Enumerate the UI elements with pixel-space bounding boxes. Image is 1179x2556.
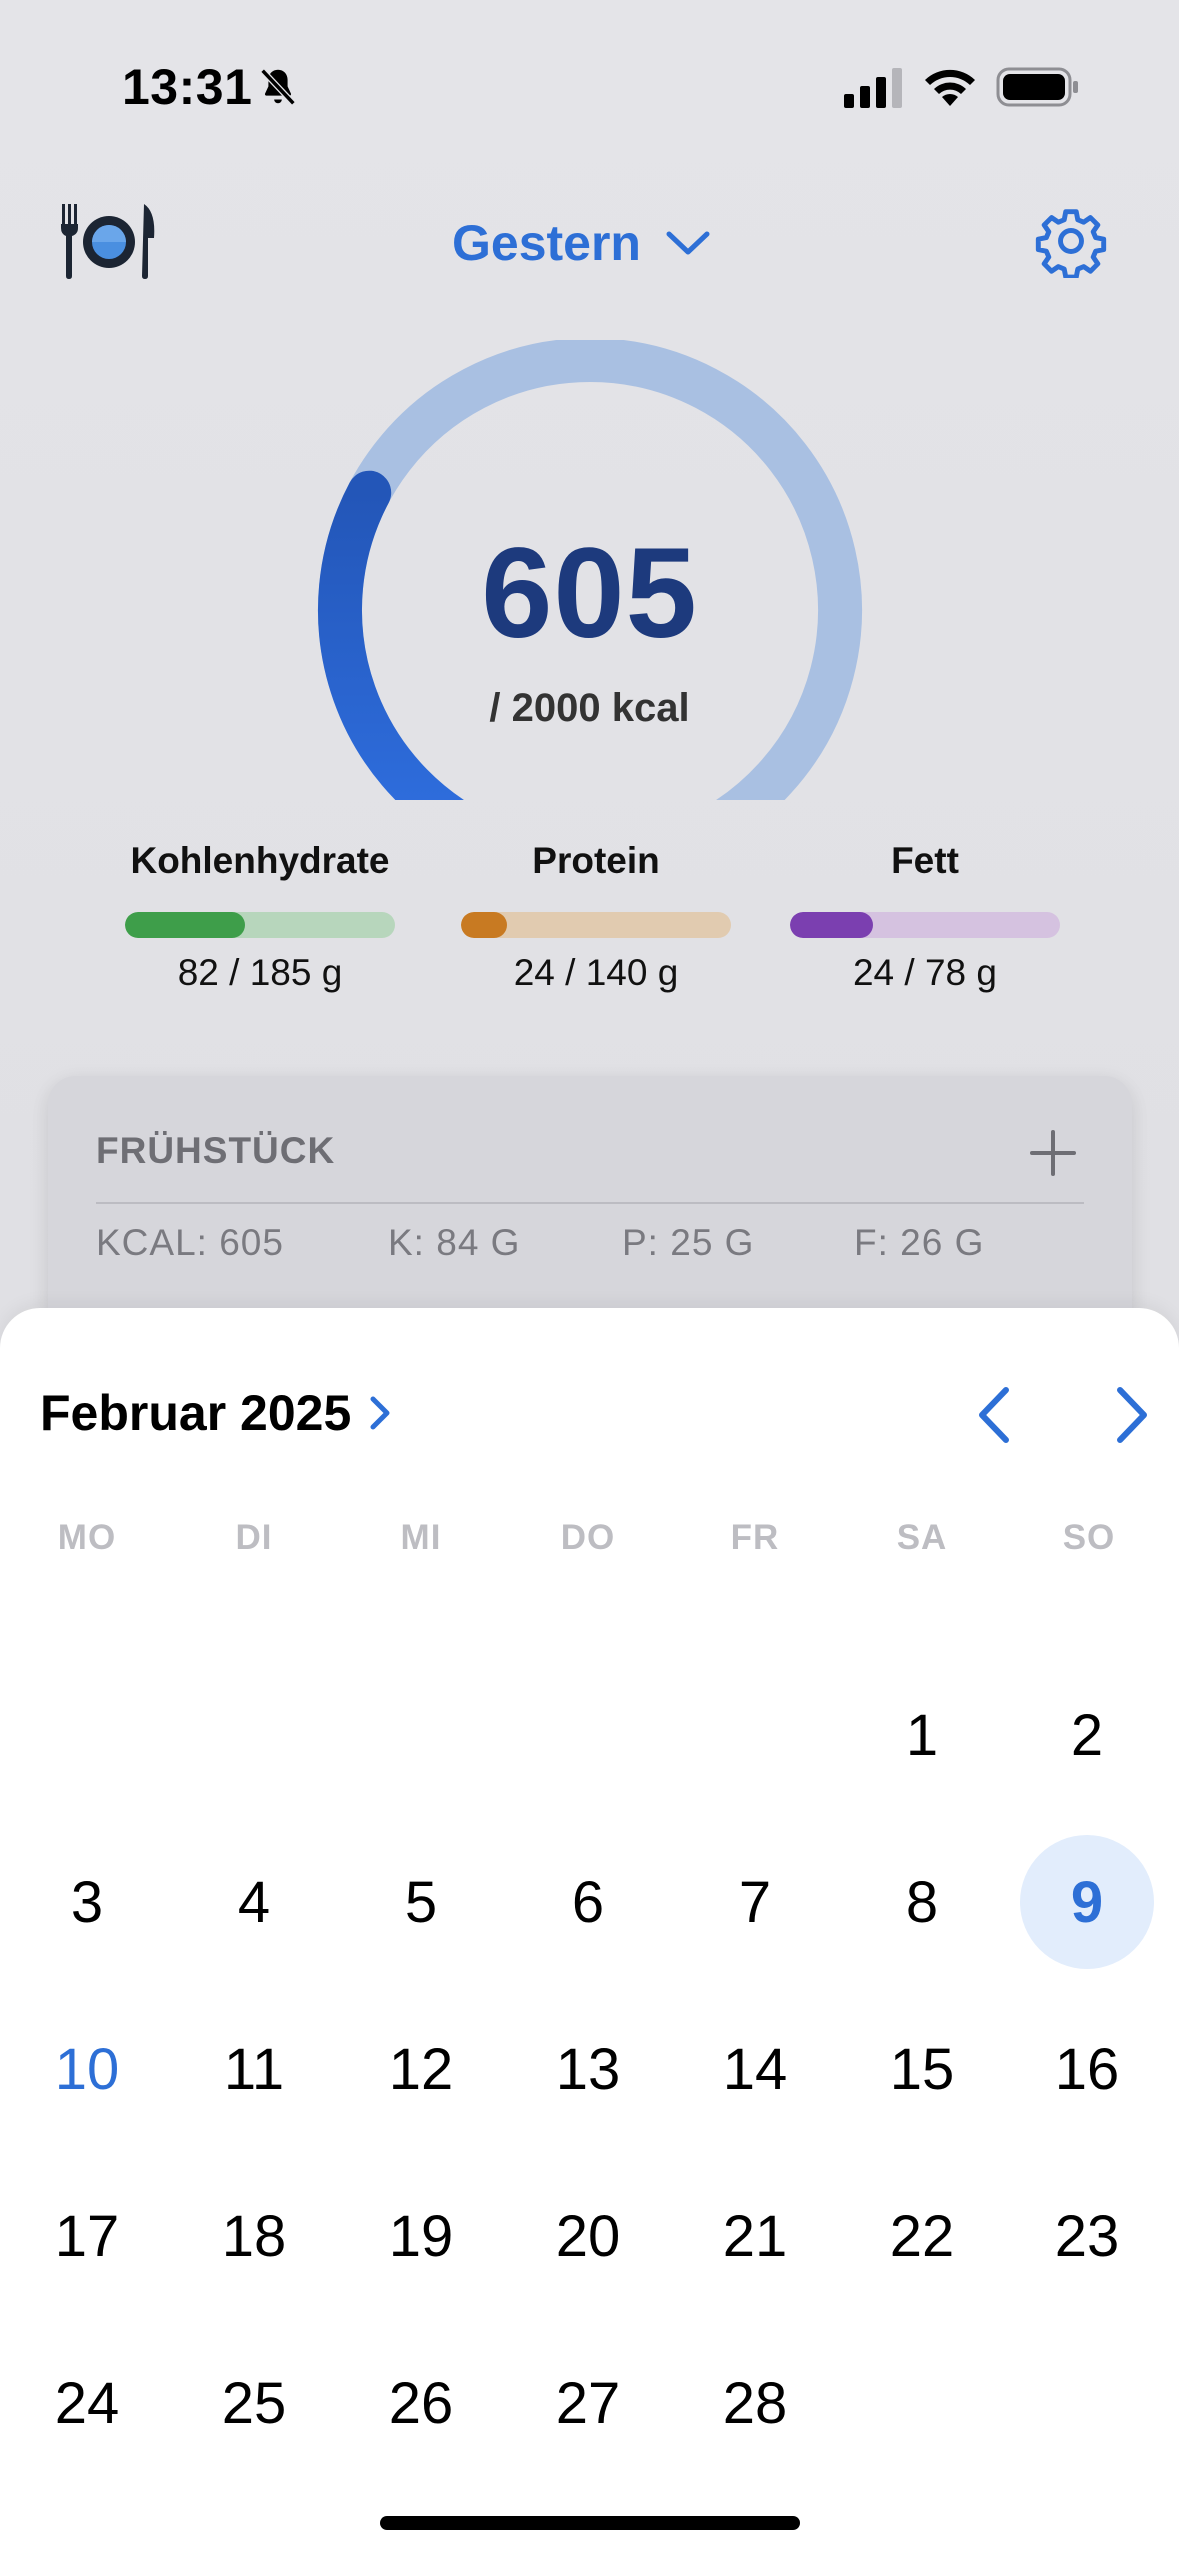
calendar-day[interactable]: 14 xyxy=(688,2002,822,2136)
macro-fill xyxy=(790,912,874,938)
gear-icon[interactable] xyxy=(1034,204,1108,278)
weekday-label: DI xyxy=(235,1518,273,1557)
calendar-day[interactable]: 3 xyxy=(20,1835,154,1969)
macro-protein: Protein 24 / 140 g xyxy=(456,840,736,994)
calendar-day[interactable]: 11 xyxy=(187,2002,321,2136)
meal-stat-protein: P: 25 G xyxy=(622,1222,755,1263)
macro-label: Kohlenhydrate xyxy=(130,840,390,881)
meal-title: FRÜHSTÜCK xyxy=(96,1130,336,1171)
macro-fill xyxy=(125,912,245,938)
macro-value: 82 / 185 g xyxy=(177,952,343,993)
weekday-label: SA xyxy=(896,1518,948,1557)
weekday-label: MO xyxy=(57,1518,117,1557)
calendar-day[interactable]: 28 xyxy=(688,2336,822,2470)
macro-carbs: Kohlenhydrate 82 / 185 g xyxy=(120,840,400,994)
calendar-day[interactable]: 5 xyxy=(354,1835,488,1969)
macro-track xyxy=(790,912,1060,938)
calendar-day[interactable]: 24 xyxy=(20,2336,154,2470)
cellular-signal-icon xyxy=(844,68,902,108)
calendar-day[interactable]: 2 xyxy=(1020,1668,1154,1802)
calendar-day[interactable]: 8 xyxy=(855,1835,989,1969)
month-picker-button[interactable]: Februar 2025 xyxy=(40,1384,395,1442)
meal-stat-fat: F: 26 G xyxy=(854,1222,985,1263)
chevron-down-icon xyxy=(666,231,710,255)
status-time: 13:31 xyxy=(122,59,253,115)
macro-fat: Fett 24 / 78 g xyxy=(785,840,1065,994)
meal-card-breakfast[interactable]: FRÜHSTÜCK KCAL: 605 K: 84 G P: 25 G F: 2… xyxy=(48,1076,1132,1336)
plate-cutlery-icon xyxy=(61,204,155,279)
calendar-day[interactable]: 4 xyxy=(187,1835,321,1969)
plus-icon[interactable] xyxy=(1028,1128,1078,1178)
date-label: Gestern xyxy=(452,215,641,271)
calendar-day[interactable]: 6 xyxy=(521,1835,655,1969)
chevron-left-icon[interactable] xyxy=(970,1382,1020,1448)
calendar-day[interactable]: 18 xyxy=(187,2169,321,2303)
calendar-day[interactable]: 20 xyxy=(521,2169,655,2303)
bell-slash-icon xyxy=(260,68,296,106)
calendar-day[interactable]: 26 xyxy=(354,2336,488,2470)
macro-track xyxy=(125,912,395,938)
calendar-day[interactable]: 12 xyxy=(354,2002,488,2136)
kcal-consumed: 605 xyxy=(481,522,698,665)
macro-track xyxy=(461,912,731,938)
macro-fill xyxy=(461,912,508,938)
month-label: Februar 2025 xyxy=(40,1385,352,1441)
weekday-label: MI xyxy=(400,1518,442,1557)
meal-stat-carbs: K: 84 G xyxy=(388,1222,521,1263)
calendar-day[interactable]: 21 xyxy=(688,2169,822,2303)
kcal-goal: / 2000 kcal xyxy=(489,686,690,730)
calendar-day[interactable]: 25 xyxy=(187,2336,321,2470)
date-selector[interactable]: Gestern xyxy=(452,208,711,278)
chevron-right-icon[interactable] xyxy=(1106,1382,1156,1448)
calendar-day[interactable]: 10 xyxy=(20,2002,154,2136)
wifi-icon xyxy=(925,69,975,106)
calendar-sheet: Februar 2025 MO DI MI DO FR SA SO 123456… xyxy=(0,1308,1179,2556)
calendar-day[interactable]: 19 xyxy=(354,2169,488,2303)
weekday-label: SO xyxy=(1062,1518,1116,1557)
weekday-label: DO xyxy=(560,1518,616,1557)
home-indicator[interactable] xyxy=(380,2516,800,2530)
meal-divider xyxy=(96,1202,1084,1204)
calendar-day[interactable]: 15 xyxy=(855,2002,989,2136)
calendar-day[interactable]: 17 xyxy=(20,2169,154,2303)
weekday-label: FR xyxy=(730,1518,780,1557)
calendar-day[interactable]: 13 xyxy=(521,2002,655,2136)
battery-icon xyxy=(996,67,1078,107)
calendar-day[interactable]: 27 xyxy=(521,2336,655,2470)
macro-value: 24 / 140 g xyxy=(513,952,679,993)
macro-value: 24 / 78 g xyxy=(852,952,997,993)
calendar-day[interactable]: 1 xyxy=(855,1668,989,1802)
calendar-day[interactable]: 16 xyxy=(1020,2002,1154,2136)
calendar-day[interactable]: 7 xyxy=(688,1835,822,1969)
meal-stat-kcal: KCAL: 605 xyxy=(96,1222,284,1263)
calendar-day[interactable]: 22 xyxy=(855,2169,989,2303)
macro-label: Fett xyxy=(891,840,959,881)
chevron-right-icon xyxy=(370,1396,390,1430)
calendar-day[interactable]: 9 xyxy=(1020,1835,1154,1969)
macro-label: Protein xyxy=(532,840,660,881)
calendar-day[interactable]: 23 xyxy=(1020,2169,1154,2303)
